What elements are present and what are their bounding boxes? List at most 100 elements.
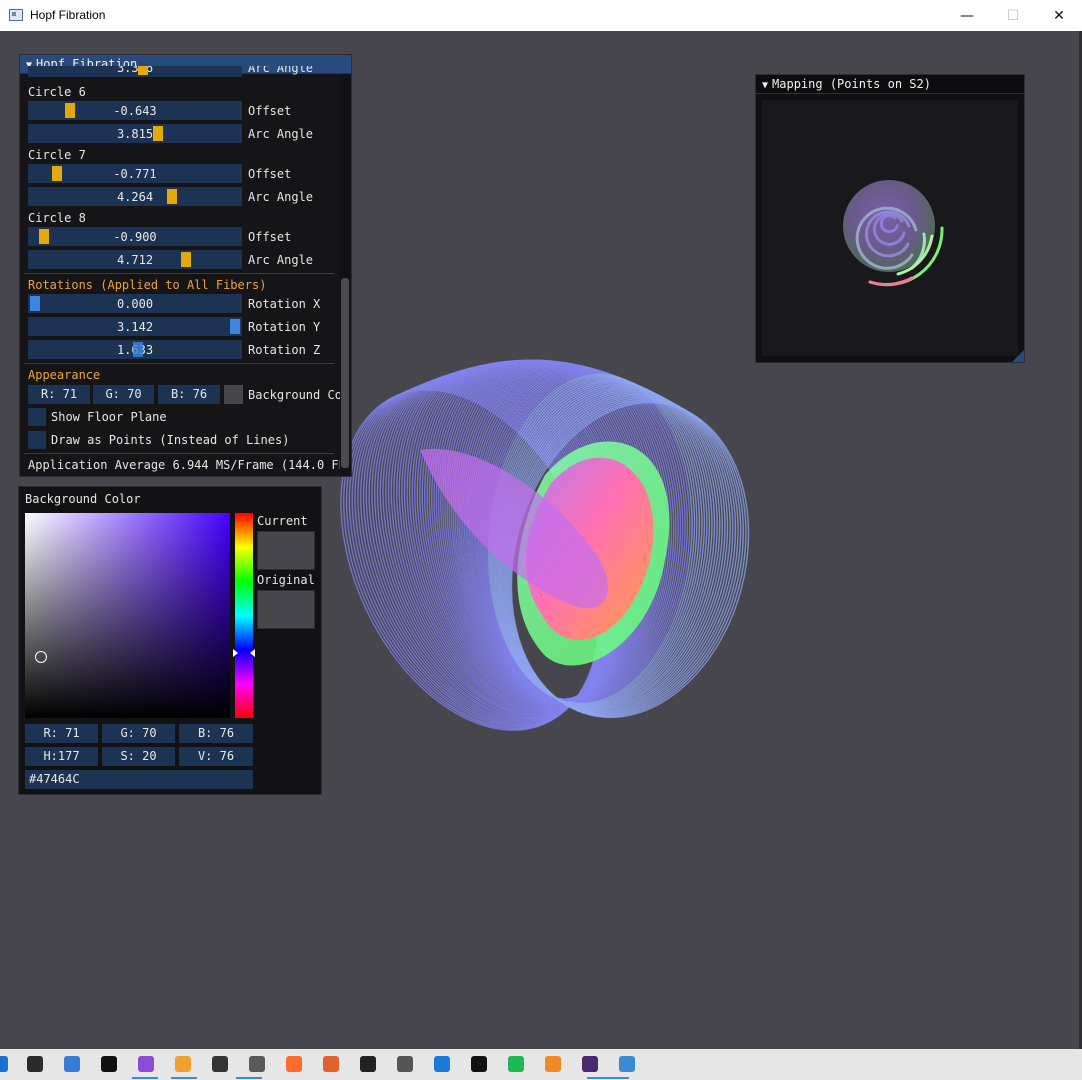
slider-grab[interactable] [52,166,62,181]
slider-grab[interactable] [30,296,40,311]
slider-grab[interactable] [167,189,177,204]
slider-grab[interactable] [138,66,148,75]
houdini-icon[interactable] [249,1056,265,1072]
circle-6-arc-slider[interactable]: 3.815 [28,124,242,143]
mapping-titlebar[interactable]: ▼ Mapping (Points on S2) [756,75,1024,94]
original-label: Original [257,573,315,587]
gimp-icon[interactable] [397,1056,413,1072]
terminal-icon[interactable] [27,1056,43,1072]
spotify-icon[interactable] [508,1056,524,1072]
collapse-triangle-icon[interactable]: ▼ [762,80,768,91]
firefox-icon[interactable] [323,1056,339,1072]
separator [24,363,334,364]
fps-status: Application Average 6.944 MS/Frame (144.… [28,458,340,472]
sourcetree-icon[interactable] [64,1056,80,1072]
slider-grab[interactable] [133,342,143,357]
separator [24,453,334,454]
appearance-header: Appearance [28,368,101,382]
color-picker-popup[interactable]: Background Color Current Original R: 71 … [18,486,322,795]
circle-6-offset-slider[interactable]: -0.643 [28,101,242,120]
current-label: Current [257,514,308,528]
hue-arrow-left-icon [233,649,238,657]
hopf-panel[interactable]: ▼Hopf Fibration 3.366 Arc Angle Circle 6… [19,54,352,477]
rotation-x-slider[interactable]: 0.000 [28,294,242,313]
intellij-icon[interactable] [101,1056,117,1072]
slider-value: -0.643 [113,104,157,118]
picker-s-field[interactable]: S: 20 [102,747,175,766]
draw-points-checkbox[interactable] [28,431,46,449]
sv-cursor[interactable] [35,651,47,663]
s2-sphere-plot [843,180,944,287]
taskbar [0,1049,1082,1080]
slider-value: 3.366 [116,66,154,75]
mapping-window[interactable]: ▼ Mapping (Points on S2) [755,74,1025,363]
current-color-swatch [257,531,315,570]
hopf-app-icon[interactable] [619,1056,635,1072]
hue-marker[interactable] [233,649,255,657]
picker-v-field[interactable]: V: 76 [179,747,253,766]
blender-icon[interactable] [545,1056,561,1072]
mapping-title: Mapping (Points on S2) [772,77,931,91]
cut-row[interactable]: 3.366 Arc Angle [20,66,340,77]
running-indicator [132,1077,158,1079]
inkscape-icon[interactable] [471,1056,487,1072]
picker-r-field[interactable]: R: 71 [25,724,98,743]
original-color-swatch[interactable] [257,590,315,629]
slider-value: 3.142 [116,320,154,334]
rotation-z-slider[interactable]: 1.633 [28,340,242,359]
picker-h-field[interactable]: H:177 [25,747,98,766]
circle-7-arc-slider[interactable]: 4.264 [28,187,242,206]
panel-scrollbar-grab[interactable] [341,278,349,468]
bg-r-field[interactable]: R: 71 [28,385,90,404]
window-titlebar[interactable]: Hopf Fibration — ☐ ✕ [0,0,1082,31]
separator [24,273,334,274]
resize-grip-icon[interactable] [1012,350,1024,362]
saturation-value-square[interactable] [25,513,230,718]
slider-label: Rotation Z [248,343,321,357]
picker-b-field[interactable]: B: 76 [179,724,253,743]
slider-label: Offset [248,104,292,118]
picker-hex-field[interactable]: #47464C [25,770,253,789]
mapping-canvas [762,100,1018,356]
slider-value: 4.712 [116,253,154,267]
windows-start-icon[interactable] [0,1056,8,1072]
circle-6-label: Circle 6 [28,85,86,99]
slider-label: Arc Angle [248,190,314,204]
rotation-y-slider[interactable]: 3.142 [28,317,242,336]
unity-icon[interactable] [212,1056,228,1072]
slider-grab[interactable] [230,319,240,334]
show-floor-checkbox[interactable] [28,408,46,426]
bg-b-field[interactable]: B: 76 [158,385,220,404]
circle-8-offset-slider[interactable]: -0.900 [28,227,242,246]
frame-icon[interactable] [286,1056,302,1072]
maximize-icon: ☐ [1006,7,1020,24]
hue-arrow-right-icon [250,649,255,657]
slider-label: Rotation X [248,297,321,311]
cinema4d-icon[interactable] [360,1056,376,1072]
hue-bar[interactable] [233,513,255,718]
bg-g-field[interactable]: G: 70 [93,385,154,404]
circle-8-label: Circle 8 [28,211,86,225]
circle-7-label: Circle 7 [28,148,86,162]
arc-angle-slider-5[interactable]: 3.366 [28,66,242,77]
slider-grab[interactable] [181,252,191,267]
krita-icon[interactable] [434,1056,450,1072]
visual-studio-icon[interactable] [138,1056,154,1072]
slider-value: 4.264 [116,190,154,204]
sublime-icon[interactable] [175,1056,191,1072]
circle-8-arc-slider[interactable]: 4.712 [28,250,242,269]
sv-value-layer [25,513,230,718]
slider-value: 3.815 [116,127,154,141]
show-floor-label: Show Floor Plane [51,410,167,424]
picker-g-field[interactable]: G: 70 [102,724,175,743]
slider-grab[interactable] [39,229,49,244]
close-button[interactable]: ✕ [1036,0,1082,31]
bg-color-swatch[interactable] [224,385,243,404]
terminal2-icon[interactable] [582,1056,598,1072]
circle-7-offset-slider[interactable]: -0.771 [28,164,242,183]
minimize-button[interactable]: — [944,0,990,31]
slider-grab[interactable] [65,103,75,118]
maximize-button[interactable]: ☐ [990,0,1036,31]
slider-grab[interactable] [153,126,163,141]
close-icon: ✕ [1053,7,1065,24]
